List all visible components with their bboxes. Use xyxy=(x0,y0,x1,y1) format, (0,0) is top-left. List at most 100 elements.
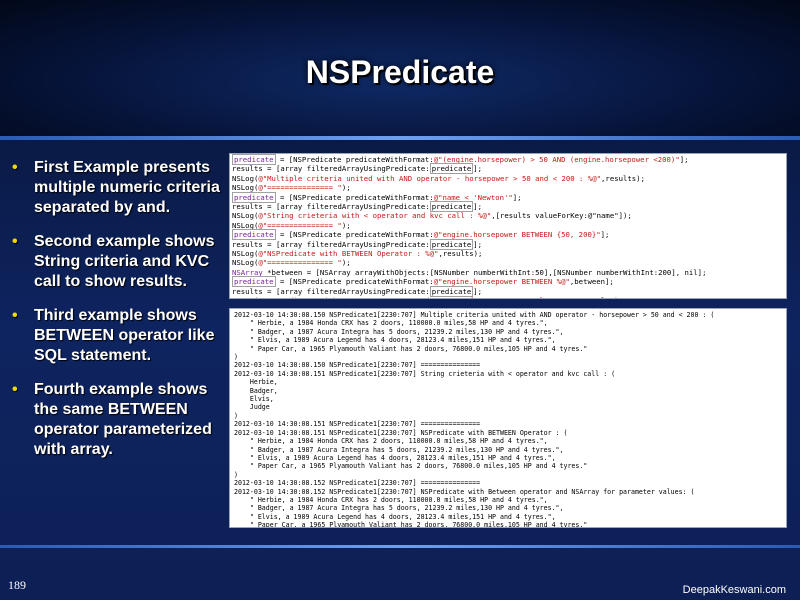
code-token: = [NSPredicate predicateWithFormat: xyxy=(275,155,434,164)
output-line: " Herbie, a 1984 Honda CRX has 2 doors, … xyxy=(234,319,548,328)
code-token: ); xyxy=(341,258,351,268)
code-token: NSLog( xyxy=(232,258,259,268)
output-line: Herbie, xyxy=(234,378,278,387)
code-line: NSLog(@"String crieteria with < operator… xyxy=(232,211,784,220)
code-line: results = [array filteredArrayUsingPredi… xyxy=(232,201,784,213)
code-line: predicate = [NSPredicate predicateWithFo… xyxy=(232,229,784,241)
code-token: predicate xyxy=(232,229,276,241)
output-line: " Herbie, a 1984 Honda CRX has 2 doors, … xyxy=(234,495,548,504)
output-line: " Badger, a 1987 Acura Integra has 5 doo… xyxy=(234,445,564,454)
output-line: " Badger, a 1987 Acura Integra has 5 doo… xyxy=(234,504,564,513)
code-token: results xyxy=(232,239,263,249)
code-token: @"engine.horsepower BETWEEN {50, 200}" xyxy=(433,230,601,240)
code-line: NSLog(@"=============== "); xyxy=(232,183,784,192)
code-token: NSLog( xyxy=(232,296,258,298)
code-token: ]; xyxy=(473,286,483,296)
code-token: ]; xyxy=(679,155,689,164)
code-token: ,[results valueForKey:@"name"]); xyxy=(491,211,632,221)
output-line: " Paper Car, a 1965 Plyamouth Valiant ha… xyxy=(234,344,588,353)
output-line: Badger, xyxy=(234,386,278,395)
bullet-text: Third example shows BETWEEN operator lik… xyxy=(34,307,215,364)
code-token: *between = [NSArray arrayWithObjects:[NS… xyxy=(262,267,707,277)
output-line: " Elvis, a 1989 Acura Legend has 4 doors… xyxy=(234,336,556,345)
code-line: predicate = [NSPredicate predicateWithFo… xyxy=(232,154,784,165)
bullet-text: First Example presents multiple numeric … xyxy=(34,159,220,216)
code-screenshot: predicate = [NSPredicate predicateWithFo… xyxy=(229,153,787,299)
bullet-item: • First Example presents multiple numeric… xyxy=(10,158,230,218)
code-token: @"NSPredicate with BETWEEN Operator : %@… xyxy=(258,249,439,259)
code-token: @"Multiple criteria united with AND oper… xyxy=(258,173,602,183)
code-token: = [NSPredicate predicateWithFormat: xyxy=(275,277,434,287)
output-line: 2012-03-10 14:30:08.150 NSPredicate1[223… xyxy=(234,311,715,319)
output-line: ) xyxy=(234,470,238,479)
bullet-marker-icon: • xyxy=(12,307,18,324)
slide-title: NSPredicate xyxy=(305,54,495,90)
code-line: results = [array filteredArrayUsingPredi… xyxy=(232,285,784,297)
code-token: predicate xyxy=(429,201,474,213)
code-token: ]; xyxy=(473,164,483,174)
code-token: @"NSPredicate with Between operator and … xyxy=(258,296,579,298)
bullet-marker-icon: • xyxy=(12,159,18,176)
code-token: NSLog( xyxy=(232,211,259,221)
code-token: ]; xyxy=(473,202,483,212)
code-token: ,between]; xyxy=(569,277,614,287)
footer-divider xyxy=(0,545,800,548)
output-line: 2012-03-10 14:30:08.150 NSPredicate1[223… xyxy=(234,361,481,370)
code-line: NSLog(@"Multiple criteria united with AN… xyxy=(232,174,784,183)
output-line: " Herbie, a 1984 Honda CRX has 2 doors, … xyxy=(234,437,548,446)
code-token: @"=============== " xyxy=(258,258,342,268)
output-line: ) xyxy=(234,411,238,420)
code-token: predicate xyxy=(429,285,474,297)
code-line: NSLog(@"=============== "); xyxy=(232,221,784,230)
code-token: results xyxy=(232,286,263,296)
code-token: = [array filteredArrayUsingPredicate: xyxy=(262,164,430,174)
code-token: ]; xyxy=(473,239,483,249)
code-line: predicate = [NSPredicate predicateWithFo… xyxy=(232,191,784,203)
code-token: = [array filteredArrayUsingPredicate: xyxy=(262,202,430,212)
output-line: " Paper Car, a 1965 Plyamouth Valiant ha… xyxy=(234,462,588,471)
bullet-text: Fourth example shows the same BETWEEN op… xyxy=(34,381,212,458)
code-token: = [NSPredicate predicateWithFormat: xyxy=(275,230,434,240)
code-token: @"String crieteria with < operator and k… xyxy=(258,211,492,221)
page-number: 189 xyxy=(8,578,26,592)
code-line: NSArray *between = [NSArray arrayWithObj… xyxy=(232,268,784,277)
code-token: @"=============== " xyxy=(258,183,342,193)
output-line: ) xyxy=(234,353,238,362)
code-token: NSLog( xyxy=(232,249,259,259)
slide: NSPredicate • First Example presents mult… xyxy=(0,0,800,600)
output-line: 2012-03-10 14:30:08.151 NSPredicate1[223… xyxy=(234,369,616,378)
code-token: results xyxy=(232,202,263,212)
bullet-item: • Third example shows BETWEEN operator li… xyxy=(10,306,230,366)
code-token: predicate xyxy=(232,276,276,288)
bullet-text: Second example shows String criteria and… xyxy=(34,233,215,290)
author-credit: DeepakKeswani.com xyxy=(682,584,786,596)
code-line: results = [array filteredArrayUsingPredi… xyxy=(232,238,784,250)
code-token: ]; xyxy=(600,230,610,240)
code-line: NSLog(@"=============== "); xyxy=(232,258,784,267)
output-line: 2012-03-10 14:30:08.152 NSPredicate1[223… xyxy=(234,479,481,488)
code-token: predicate xyxy=(232,191,276,203)
code-token: = [array filteredArrayUsingPredicate: xyxy=(262,239,430,249)
output-line: " Badger, a 1987 Acura Integra has 5 doo… xyxy=(234,327,564,336)
code-token: NSLog( xyxy=(232,173,259,183)
code-token: @"engine.horsepower BETWEEN %@" xyxy=(433,277,570,287)
bullet-item: • Second example shows String criteria an… xyxy=(10,232,230,292)
output-line: Elvis, xyxy=(234,395,274,404)
output-line: 2012-03-10 14:30:08.152 NSPredicate1[223… xyxy=(234,487,695,496)
bullet-marker-icon: • xyxy=(12,233,18,250)
console-output-screenshot: 2012-03-10 14:30:08.150 NSPredicate1[223… xyxy=(229,308,787,528)
code-token: results xyxy=(232,164,263,174)
code-token: ,results); xyxy=(601,173,645,183)
code-token: ); xyxy=(341,220,351,230)
code-token: ); xyxy=(341,183,351,193)
code-token: ,results); xyxy=(579,296,623,298)
code-token: NSLog( xyxy=(232,183,259,193)
code-token: predicate xyxy=(429,238,474,250)
code-token: ,results); xyxy=(438,249,483,259)
code-line: predicate = [NSPredicate predicateWithFo… xyxy=(232,276,784,288)
code-token: = [NSPredicate predicateWithFormat: xyxy=(275,192,434,202)
code-token: ]; xyxy=(512,192,522,202)
bullet-item: • Fourth example shows the same BETWEEN o… xyxy=(10,380,230,460)
output-line: " Paper Car, a 1965 Plyamouth Valiant ha… xyxy=(234,521,588,528)
output-line: " Elvis, a 1989 Acura Legend has 4 doors… xyxy=(234,512,556,521)
